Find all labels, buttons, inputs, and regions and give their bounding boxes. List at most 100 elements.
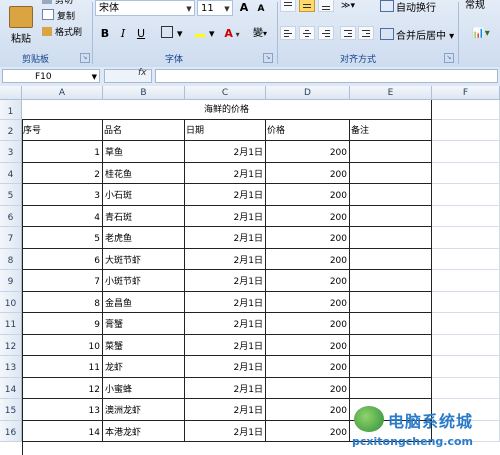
paste-button[interactable]: 粘贴	[6, 2, 36, 50]
row-header[interactable]: 9	[0, 270, 22, 292]
table-cell-date[interactable]: 2月1日	[185, 399, 266, 421]
row-header[interactable]: 16	[0, 420, 22, 442]
sheet-title[interactable]: 海鲜的价格	[22, 100, 432, 120]
shrink-font-button[interactable]: A	[254, 1, 268, 17]
row-header[interactable]: 15	[0, 399, 22, 421]
border-button[interactable]: ▾	[160, 26, 184, 42]
table-cell-date[interactable]: 2月1日	[185, 291, 266, 313]
table-cell-name[interactable]: 澳洲龙虾	[103, 399, 185, 421]
table-cell-price[interactable]: 200	[266, 356, 350, 378]
table-cell-no[interactable]: 3	[22, 184, 103, 206]
table-cell-note[interactable]	[350, 227, 432, 249]
cell[interactable]	[432, 205, 500, 227]
column-header[interactable]: D	[266, 86, 350, 100]
cell[interactable]	[432, 270, 500, 292]
align-center-button[interactable]	[299, 26, 315, 40]
underline-button[interactable]: U	[134, 26, 148, 42]
table-cell-name[interactable]: 小斑节虾	[103, 270, 185, 292]
select-all-corner[interactable]	[0, 86, 22, 100]
table-cell-date[interactable]: 2月1日	[185, 162, 266, 184]
table-cell-name[interactable]: 龙虾	[103, 356, 185, 378]
grow-font-button[interactable]: A	[237, 0, 251, 16]
row-header[interactable]: 13	[0, 356, 22, 378]
align-right-button[interactable]	[318, 26, 334, 40]
merge-center-button[interactable]: 合并后居中 ▾	[380, 27, 454, 42]
row-header[interactable]: 14	[0, 377, 22, 399]
table-cell-date[interactable]: 2月1日	[185, 334, 266, 356]
table-cell-note[interactable]	[350, 377, 432, 399]
row-header[interactable]: 2	[0, 120, 22, 141]
table-cell-note[interactable]	[350, 291, 432, 313]
table-cell-note[interactable]	[350, 248, 432, 270]
copy-button[interactable]: 复制	[42, 9, 75, 23]
table-cell-no[interactable]: 5	[22, 227, 103, 249]
table-cell-date[interactable]: 2月1日	[185, 313, 266, 335]
row-header[interactable]: 3	[0, 141, 22, 163]
decrease-indent-button[interactable]	[340, 26, 356, 40]
table-cell-price[interactable]: 200	[266, 141, 350, 163]
table-cell-note[interactable]	[350, 162, 432, 184]
table-cell-date[interactable]: 2月1日	[185, 184, 266, 206]
table-cell-name[interactable]: 膏蟹	[103, 313, 185, 335]
table-cell-name[interactable]: 金昌鱼	[103, 291, 185, 313]
number-format-select[interactable]: 常规	[462, 0, 500, 14]
table-cell-price[interactable]: 200	[266, 313, 350, 335]
table-cell-price[interactable]: 200	[266, 205, 350, 227]
cell[interactable]	[432, 141, 500, 163]
font-color-button[interactable]: A ▾	[220, 26, 244, 42]
table-cell-date[interactable]: 2月1日	[185, 420, 266, 442]
table-cell-date[interactable]: 2月1日	[185, 377, 266, 399]
align-middle-button[interactable]	[299, 0, 315, 12]
cell[interactable]	[432, 334, 500, 356]
table-cell-no[interactable]: 1	[22, 141, 103, 163]
table-cell-price[interactable]: 200	[266, 377, 350, 399]
cell[interactable]	[432, 100, 500, 120]
table-cell-no[interactable]: 11	[22, 356, 103, 378]
header-cell[interactable]: 备注	[350, 120, 432, 141]
font-name-select[interactable]: 宋体 ▼	[95, 0, 195, 16]
table-cell-date[interactable]: 2月1日	[185, 248, 266, 270]
fill-color-button[interactable]: ▾	[193, 26, 217, 42]
formula-input[interactable]	[155, 69, 498, 83]
row-header[interactable]: 7	[0, 227, 22, 249]
table-cell-name[interactable]: 青石斑	[103, 205, 185, 227]
column-header[interactable]: C	[185, 86, 266, 100]
increase-indent-button[interactable]	[358, 26, 374, 40]
table-cell-note[interactable]	[350, 270, 432, 292]
cut-button[interactable]: 剪切	[42, 0, 73, 8]
table-cell-price[interactable]: 200	[266, 184, 350, 206]
row-header[interactable]: 12	[0, 334, 22, 356]
fx-icon[interactable]: fx	[138, 68, 147, 78]
row-header[interactable]: 4	[0, 162, 22, 184]
format-painter-button[interactable]: 格式刷	[42, 26, 82, 40]
table-cell-date[interactable]: 2月1日	[185, 270, 266, 292]
column-header[interactable]: B	[103, 86, 185, 100]
table-cell-name[interactable]: 小石斑	[103, 184, 185, 206]
header-cell[interactable]: 序号	[22, 120, 103, 141]
header-cell[interactable]: 品名	[103, 120, 185, 141]
column-header[interactable]: A	[22, 86, 103, 100]
table-cell-no[interactable]: 7	[22, 270, 103, 292]
table-cell-price[interactable]: 200	[266, 270, 350, 292]
table-cell-price[interactable]: 200	[266, 248, 350, 270]
table-cell-price[interactable]: 200	[266, 420, 350, 442]
wrap-text-button[interactable]: 自动换行	[380, 0, 436, 14]
table-cell-no[interactable]: 6	[22, 248, 103, 270]
bold-button[interactable]: B	[98, 26, 112, 42]
table-cell-no[interactable]: 13	[22, 399, 103, 421]
header-cell[interactable]: 日期	[185, 120, 266, 141]
table-cell-note[interactable]	[350, 356, 432, 378]
table-cell-name[interactable]: 本港龙虾	[103, 420, 185, 442]
table-cell-no[interactable]: 12	[22, 377, 103, 399]
currency-button[interactable]: 📊▾	[466, 26, 496, 42]
alignment-launcher[interactable]: ↘	[444, 53, 454, 63]
cell[interactable]	[432, 291, 500, 313]
table-cell-no[interactable]: 10	[22, 334, 103, 356]
font-launcher[interactable]: ↘	[263, 53, 273, 63]
clipboard-launcher[interactable]: ↘	[80, 53, 90, 63]
table-cell-name[interactable]: 草鱼	[103, 141, 185, 163]
cell[interactable]	[432, 184, 500, 206]
table-cell-note[interactable]	[350, 313, 432, 335]
table-cell-name[interactable]: 小蜜蜂	[103, 377, 185, 399]
font-size-select[interactable]: 11 ▼	[197, 0, 233, 16]
